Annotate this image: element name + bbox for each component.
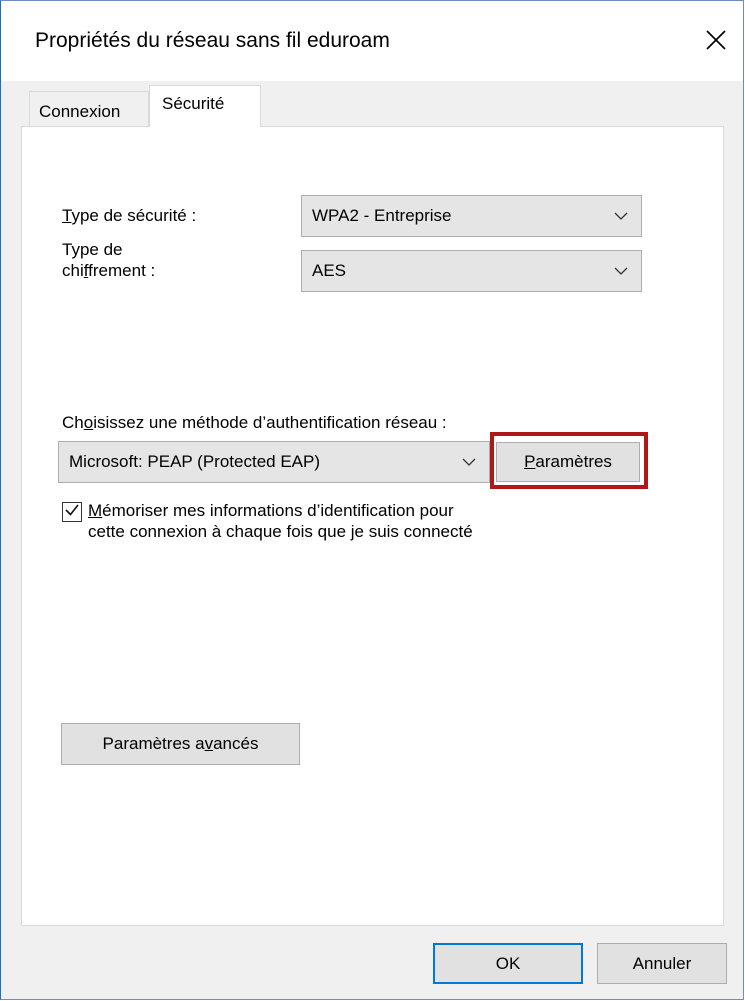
remember-credentials-label[interactable]: Mémoriser mes informations d’identificat… bbox=[88, 500, 473, 542]
tab-connexion[interactable]: Connexion bbox=[29, 91, 149, 127]
chevron-down-icon bbox=[449, 442, 489, 482]
auth-method-label: Choisissez une méthode d’authentificatio… bbox=[62, 413, 447, 432]
cancel-button[interactable]: Annuler bbox=[597, 943, 727, 984]
encryption-type-dropdown[interactable]: AES bbox=[301, 250, 642, 292]
chevron-down-icon bbox=[601, 196, 641, 236]
window-title: Propriétés du réseau sans fil eduroam bbox=[35, 29, 390, 52]
tab-connexion-label: Connexion bbox=[39, 102, 121, 121]
encryption-type-value: AES bbox=[312, 261, 347, 280]
highlight-box bbox=[490, 432, 648, 489]
security-type-label: Type de sécurité : bbox=[62, 206, 197, 225]
auth-method-dropdown[interactable]: Microsoft: PEAP (Protected EAP) bbox=[58, 441, 490, 483]
close-icon bbox=[705, 25, 727, 59]
dialog-window: Propriétés du réseau sans fil eduroam Co… bbox=[0, 0, 744, 1000]
encryption-type-label: Type de chiffrement : bbox=[62, 240, 156, 280]
security-type-value: WPA2 - Entreprise bbox=[312, 206, 452, 225]
tab-securite-label: Sécurité bbox=[162, 94, 225, 113]
title-bar: Propriétés du réseau sans fil eduroam bbox=[1, 1, 743, 81]
tab-securite[interactable]: Sécurité bbox=[149, 85, 261, 127]
checkmark-icon bbox=[64, 502, 80, 523]
close-button[interactable] bbox=[689, 19, 743, 65]
ok-button[interactable]: OK bbox=[433, 943, 583, 984]
chevron-down-icon bbox=[601, 251, 641, 291]
auth-method-value: Microsoft: PEAP (Protected EAP) bbox=[69, 452, 320, 471]
advanced-settings-button[interactable]: Paramètres a v ancés bbox=[61, 723, 300, 765]
remember-credentials-checkbox[interactable] bbox=[62, 502, 82, 522]
security-type-dropdown[interactable]: WPA2 - Entreprise bbox=[301, 195, 642, 237]
security-tab-panel: Type de sécurité : WPA2 - Entreprise Typ… bbox=[21, 126, 724, 926]
cancel-button-label: Annuler bbox=[632, 953, 692, 973]
ok-button-label: OK bbox=[495, 953, 521, 973]
